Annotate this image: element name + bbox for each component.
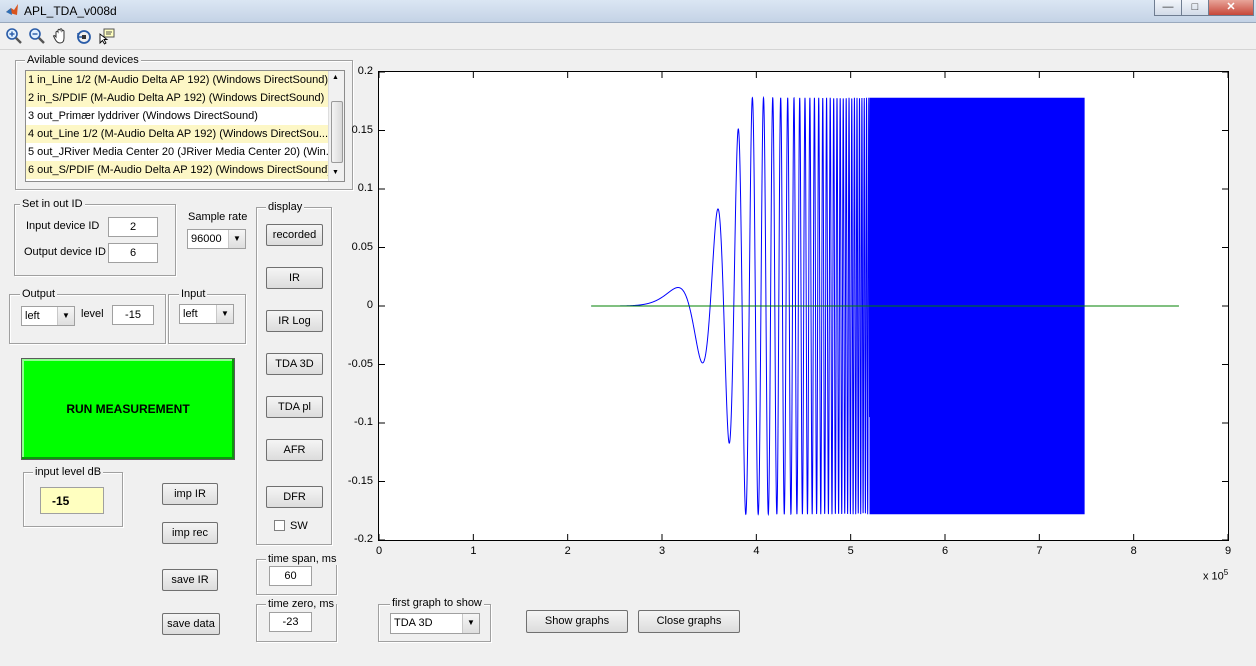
io-id-panel: [14, 204, 176, 276]
time-span-field[interactable]: 60: [269, 566, 312, 586]
chevron-down-icon: ▼: [462, 614, 479, 633]
input-channel-select[interactable]: left ▼: [179, 304, 234, 324]
list-item[interactable]: 1 in_Line 1/2 (M-Audio Delta AP 192) (Wi…: [26, 71, 330, 89]
scroll-thumb[interactable]: [331, 101, 343, 163]
x-tick-label: 4: [753, 545, 760, 557]
list-item[interactable]: 5 out_JRiver Media Center 20 (JRiver Med…: [26, 143, 330, 161]
display-ir-button[interactable]: IR: [266, 267, 323, 289]
input-level-value: -15: [40, 487, 104, 514]
display-recorded-button[interactable]: recorded: [266, 224, 323, 246]
y-tick-label: 0.05: [351, 240, 373, 253]
first-graph-value: TDA 3D: [394, 617, 433, 629]
x-tick-label: 6: [942, 545, 949, 557]
list-item[interactable]: 4 out_Line 1/2 (M-Audio Delta AP 192) (W…: [26, 125, 330, 143]
y-tick-label: -0.2: [354, 533, 373, 545]
x-tick-label: 9: [1225, 545, 1232, 557]
sw-checkbox[interactable]: [274, 520, 285, 531]
display-ir-log-button[interactable]: IR Log: [266, 310, 323, 332]
y-tick-label: 0: [366, 299, 373, 311]
list-item[interactable]: 3 out_Primær lyddriver (Windows DirectSo…: [26, 107, 330, 125]
rotate-3d-icon[interactable]: [74, 26, 94, 46]
run-measurement-button[interactable]: RUN MEASUREMENT: [21, 358, 235, 460]
listbox-scrollbar[interactable]: ▲ ▼: [328, 71, 344, 181]
output-level-label: level: [81, 308, 104, 320]
output-level-field[interactable]: -15: [112, 305, 154, 325]
show-graphs-button[interactable]: Show graphs: [526, 610, 628, 633]
input-level-panel-title: input level dB: [33, 466, 104, 478]
y-tick-label: -0.1: [354, 416, 373, 428]
y-tick-label: 0.2: [357, 65, 373, 77]
input-device-id-field[interactable]: 2: [108, 217, 158, 237]
output-channel-select[interactable]: left ▼: [21, 306, 75, 326]
x-tick-label: 2: [564, 545, 571, 557]
chevron-down-icon: ▼: [216, 305, 233, 323]
close-graphs-button[interactable]: Close graphs: [638, 610, 740, 633]
io-id-panel-title: Set in out ID: [20, 198, 85, 210]
output-panel-title: Output: [20, 288, 58, 300]
x-exponent-label: x 105: [1203, 568, 1229, 583]
maximize-button[interactable]: □: [1181, 0, 1209, 16]
x-tick-label: 1: [470, 545, 477, 557]
minimize-button[interactable]: —: [1154, 0, 1182, 16]
x-tick-label: 3: [659, 545, 666, 557]
sample-rate-select[interactable]: 96000 ▼: [187, 229, 246, 249]
close-button[interactable]: ✕: [1208, 0, 1254, 16]
chevron-down-icon: ▼: [57, 307, 74, 325]
imp-rec-button[interactable]: imp rec: [162, 522, 218, 544]
sample-rate-value: 96000: [191, 233, 222, 245]
input-panel-title: Input: [179, 288, 208, 300]
save-data-button[interactable]: save data: [162, 613, 220, 635]
y-tick-label: 0.1: [357, 182, 373, 194]
time-span-label: time span, ms: [266, 553, 339, 565]
x-tick-label: 8: [1130, 545, 1137, 557]
list-item[interactable]: 6 out_S/PDIF (M-Audio Delta AP 192) (Win…: [26, 161, 330, 179]
display-tda-pl-button[interactable]: TDA pl: [266, 396, 323, 418]
x-tick-label: 7: [1036, 545, 1043, 557]
devices-panel-title: Avilable sound devices: [25, 54, 141, 66]
output-channel-value: left: [25, 310, 40, 322]
save-ir-button[interactable]: save IR: [162, 569, 218, 591]
y-tick-label: -0.15: [347, 474, 373, 487]
sw-label: SW: [290, 520, 308, 532]
first-graph-select[interactable]: TDA 3D ▼: [390, 613, 480, 634]
list-item[interactable]: 2 in_S/PDIF (M-Audio Delta AP 192) (Wind…: [26, 89, 330, 107]
input-channel-value: left: [183, 308, 198, 320]
devices-listbox[interactable]: 1 in_Line 1/2 (M-Audio Delta AP 192) (Wi…: [25, 70, 345, 182]
time-zero-label: time zero, ms: [266, 598, 337, 610]
imp-ir-button[interactable]: imp IR: [162, 483, 218, 505]
scroll-up-icon[interactable]: ▲: [332, 74, 339, 81]
plot-axes[interactable]: [378, 71, 1229, 541]
pan-hand-icon[interactable]: [51, 26, 71, 46]
matlab-logo-icon: [6, 4, 18, 15]
y-tick-label: -0.05: [347, 357, 373, 370]
title-bar: APL_TDA_v008d — □ ✕: [0, 0, 1256, 23]
display-afr-button[interactable]: AFR: [266, 439, 323, 461]
zoom-out-icon[interactable]: [27, 26, 47, 46]
first-graph-label: first graph to show: [390, 597, 484, 609]
x-tick-label: 0: [376, 545, 383, 557]
window-title: APL_TDA_v008d: [24, 4, 117, 18]
output-device-id-field[interactable]: 6: [108, 243, 158, 263]
figure-toolbar: [0, 23, 1256, 50]
scroll-down-icon[interactable]: ▼: [332, 169, 339, 176]
input-device-id-label: Input device ID: [26, 220, 100, 232]
zoom-in-icon[interactable]: [4, 26, 24, 46]
output-device-id-label: Output device ID: [24, 246, 106, 258]
display-dfr-button[interactable]: DFR: [266, 486, 323, 508]
x-tick-label: 5: [847, 545, 854, 557]
sample-rate-label: Sample rate: [188, 211, 248, 223]
data-cursor-icon[interactable]: [97, 26, 117, 46]
time-zero-field[interactable]: -23: [269, 612, 312, 632]
display-panel-title: display: [266, 201, 305, 213]
display-tda-3d-button[interactable]: TDA 3D: [266, 353, 323, 375]
plot-canvas: [379, 72, 1228, 540]
chevron-down-icon: ▼: [228, 230, 245, 248]
y-tick-label: 0.15: [351, 123, 373, 136]
